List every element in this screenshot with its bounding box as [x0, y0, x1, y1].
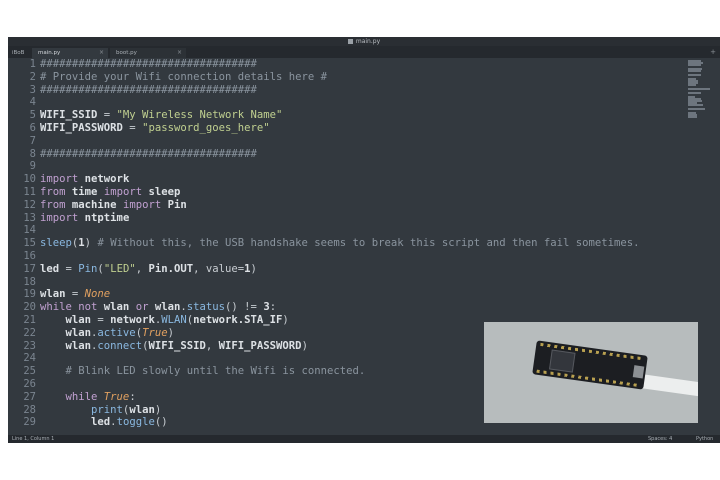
tab-bar: iBoB main.py × boot.py × + — [8, 46, 720, 58]
line-number: 28 — [23, 403, 36, 416]
line-number: 14 — [23, 224, 36, 237]
tab-boot-py[interactable]: boot.py × — [110, 48, 186, 58]
minimap-line — [688, 70, 701, 72]
line-number: 4 — [29, 96, 36, 109]
code-line[interactable]: WIFI_SSID = "My Wireless Network Name" — [40, 109, 282, 122]
minimap[interactable] — [688, 60, 710, 120]
code-line[interactable]: # Blink LED slowly until the Wifi is con… — [40, 365, 366, 378]
code-line[interactable]: wlan = network.WLAN(network.STA_IF) — [40, 314, 289, 327]
tab-label: boot.py — [116, 50, 137, 56]
code-line[interactable]: ################################## — [40, 58, 257, 71]
line-number: 19 — [23, 288, 36, 301]
line-number: 2 — [29, 70, 36, 83]
code-line[interactable]: from machine import Pin — [40, 199, 187, 212]
minimap-line — [688, 92, 701, 94]
file-icon — [347, 39, 353, 44]
close-icon[interactable]: × — [99, 48, 104, 58]
code-line[interactable]: led = Pin("LED", Pin.OUT, value=1) — [40, 263, 257, 276]
microcontroller-board — [532, 340, 648, 390]
line-number: 27 — [23, 390, 36, 403]
code-line[interactable]: while True: — [40, 391, 136, 404]
webcam-overlay — [484, 322, 698, 423]
status-position[interactable]: Line 1, Column 1 — [12, 435, 54, 443]
status-syntax[interactable]: Python — [696, 435, 713, 443]
status-bar: Line 1, Column 1 Spaces: 4 Python — [8, 435, 720, 443]
line-number: 20 — [23, 301, 36, 314]
line-number: 29 — [23, 416, 36, 429]
line-number: 7 — [29, 134, 36, 147]
code-line[interactable]: from time import sleep — [40, 186, 180, 199]
code-line[interactable]: import ntptime — [40, 212, 129, 225]
minimap-line — [688, 88, 710, 90]
minimap-line — [688, 64, 701, 66]
code-line[interactable]: WIFI_PASSWORD = "password_goes_here" — [40, 122, 270, 135]
status-indentation[interactable]: Spaces: 4 — [648, 435, 672, 443]
line-number: 6 — [29, 122, 36, 134]
line-number: 8 — [29, 147, 36, 160]
usb-port — [632, 365, 645, 379]
code-line[interactable]: ################################## — [40, 84, 257, 97]
code-line[interactable]: while not wlan or wlan.status() != 3: — [40, 301, 276, 314]
line-number: 12 — [23, 198, 36, 211]
line-number: 10 — [23, 173, 36, 186]
line-number: 22 — [23, 326, 36, 339]
code-line[interactable]: # Provide your Wifi connection details h… — [40, 71, 327, 84]
tab-ibob[interactable]: iBoB — [8, 48, 30, 58]
wifi-chip — [548, 349, 576, 373]
minimap-line — [688, 116, 697, 118]
code-line[interactable]: sleep(1) # Without this, the USB handsha… — [40, 237, 640, 250]
line-number: 5 — [29, 109, 36, 122]
code-line[interactable]: wlan.connect(WIFI_SSID, WIFI_PASSWORD) — [40, 340, 308, 353]
line-number: 3 — [29, 83, 36, 96]
minimap-line — [688, 74, 701, 76]
line-number: 17 — [23, 262, 36, 275]
window-title-text: main.py — [355, 38, 381, 45]
line-number: 25 — [23, 365, 36, 378]
code-line[interactable]: wlan = None — [40, 288, 110, 301]
code-line[interactable]: led.toggle() — [40, 416, 168, 429]
minimap-line — [688, 104, 703, 106]
line-number: 18 — [23, 275, 36, 288]
tab-main-py[interactable]: main.py × — [32, 48, 108, 58]
code-line[interactable]: wlan.active(True) — [40, 327, 174, 340]
line-number: 11 — [23, 186, 36, 198]
line-number: 16 — [23, 250, 36, 262]
pin-header-bottom — [536, 369, 640, 388]
code-line[interactable]: ################################## — [40, 148, 257, 161]
line-number: 26 — [23, 378, 36, 390]
line-number: 9 — [29, 160, 36, 173]
title-bar: main.py — [8, 37, 720, 46]
line-number: 13 — [23, 211, 36, 224]
line-number: 21 — [23, 314, 36, 326]
new-tab-button[interactable]: + — [710, 47, 716, 57]
tab-label: main.py — [38, 50, 61, 56]
line-number: 23 — [23, 339, 36, 352]
line-number: 15 — [23, 237, 36, 250]
minimap-line — [688, 108, 705, 110]
line-number: 24 — [23, 352, 36, 365]
tab-label: iBoB — [12, 50, 25, 56]
code-line[interactable]: print(wlan) — [40, 404, 161, 417]
close-icon[interactable]: × — [177, 48, 182, 58]
minimap-line — [688, 84, 696, 86]
line-number: 1 — [29, 58, 36, 70]
line-number-gutter: 1 2 3 4 5 6 7 8 9 10 11 12 13 14 15 16 17 18 19 20 21 22 23 24 2… — [8, 58, 36, 435]
window-title: main.py — [8, 37, 720, 46]
code-line[interactable]: import network — [40, 173, 129, 186]
